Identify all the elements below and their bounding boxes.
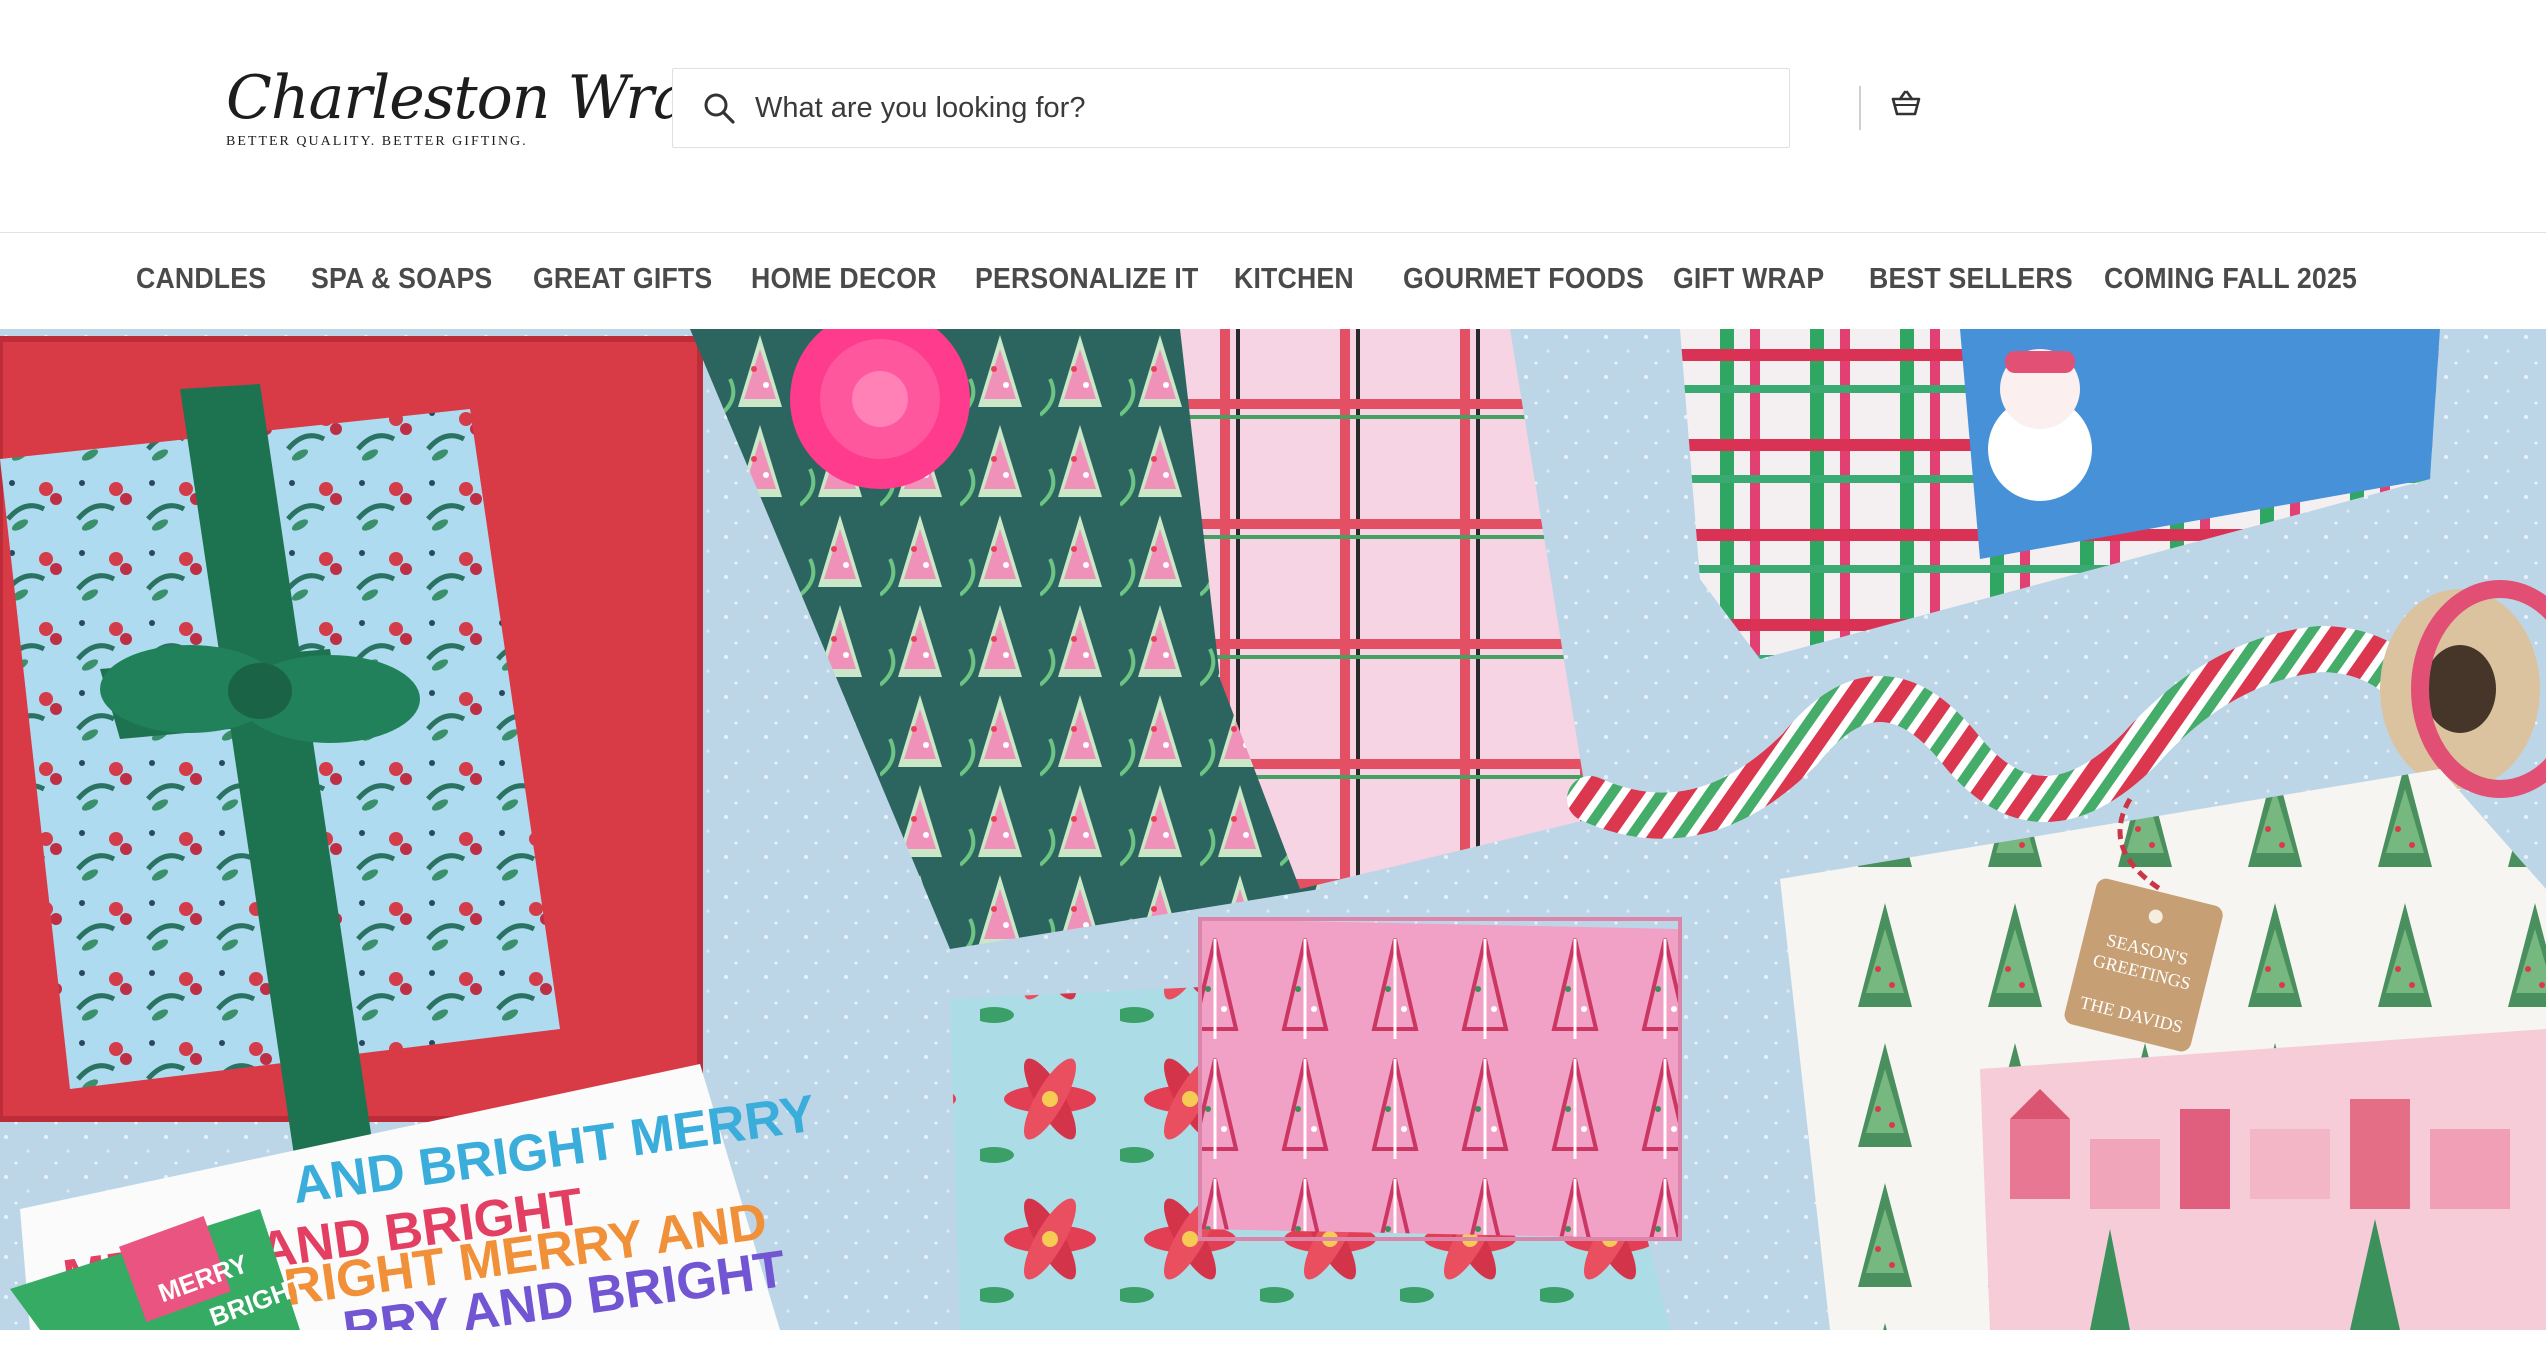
- nav-item-personalize-it[interactable]: PERSONALIZE IT: [975, 263, 1198, 296]
- nav-item-home-decor[interactable]: HOME DECOR: [751, 263, 937, 296]
- nav-item-kitchen[interactable]: KITCHEN: [1234, 263, 1354, 296]
- brand-logo[interactable]: Charleston Wrap® BETTER QUALITY. BETTER …: [226, 66, 739, 158]
- nav-item-great-gifts[interactable]: GREAT GIFTS: [533, 263, 712, 296]
- search-input[interactable]: [755, 78, 1755, 138]
- header-divider: [1859, 86, 1861, 130]
- search-bar[interactable]: [672, 68, 1790, 148]
- hero-gift-wrap-photo: MERRY AND BRIGHT AND BRIGHT MERRY BRIGHT…: [0, 329, 2546, 1330]
- nav-item-spa-soaps[interactable]: SPA & SOAPS: [311, 263, 492, 296]
- nav-item-gourmet-foods[interactable]: GOURMET FOODS: [1403, 263, 1644, 296]
- hero-banner[interactable]: MERRY AND BRIGHT AND BRIGHT MERRY BRIGHT…: [0, 329, 2546, 1330]
- nav-item-best-sellers[interactable]: BEST SELLERS: [1869, 263, 2073, 296]
- search-icon[interactable]: [701, 90, 737, 126]
- nav-item-coming-fall-2025[interactable]: COMING FALL 2025: [2104, 263, 2357, 296]
- main-navigation: CANDLES SPA & SOAPS GREAT GIFTS HOME DEC…: [0, 233, 2546, 329]
- brand-name: Charleston Wrap: [226, 63, 726, 133]
- shopping-basket-icon[interactable]: [1889, 88, 1923, 118]
- brand-tagline: BETTER QUALITY. BETTER GIFTING.: [226, 134, 528, 149]
- nav-item-gift-wrap[interactable]: GIFT WRAP: [1673, 263, 1824, 296]
- site-header: Charleston Wrap® BETTER QUALITY. BETTER …: [0, 0, 2546, 233]
- nav-item-candles[interactable]: CANDLES: [136, 263, 266, 296]
